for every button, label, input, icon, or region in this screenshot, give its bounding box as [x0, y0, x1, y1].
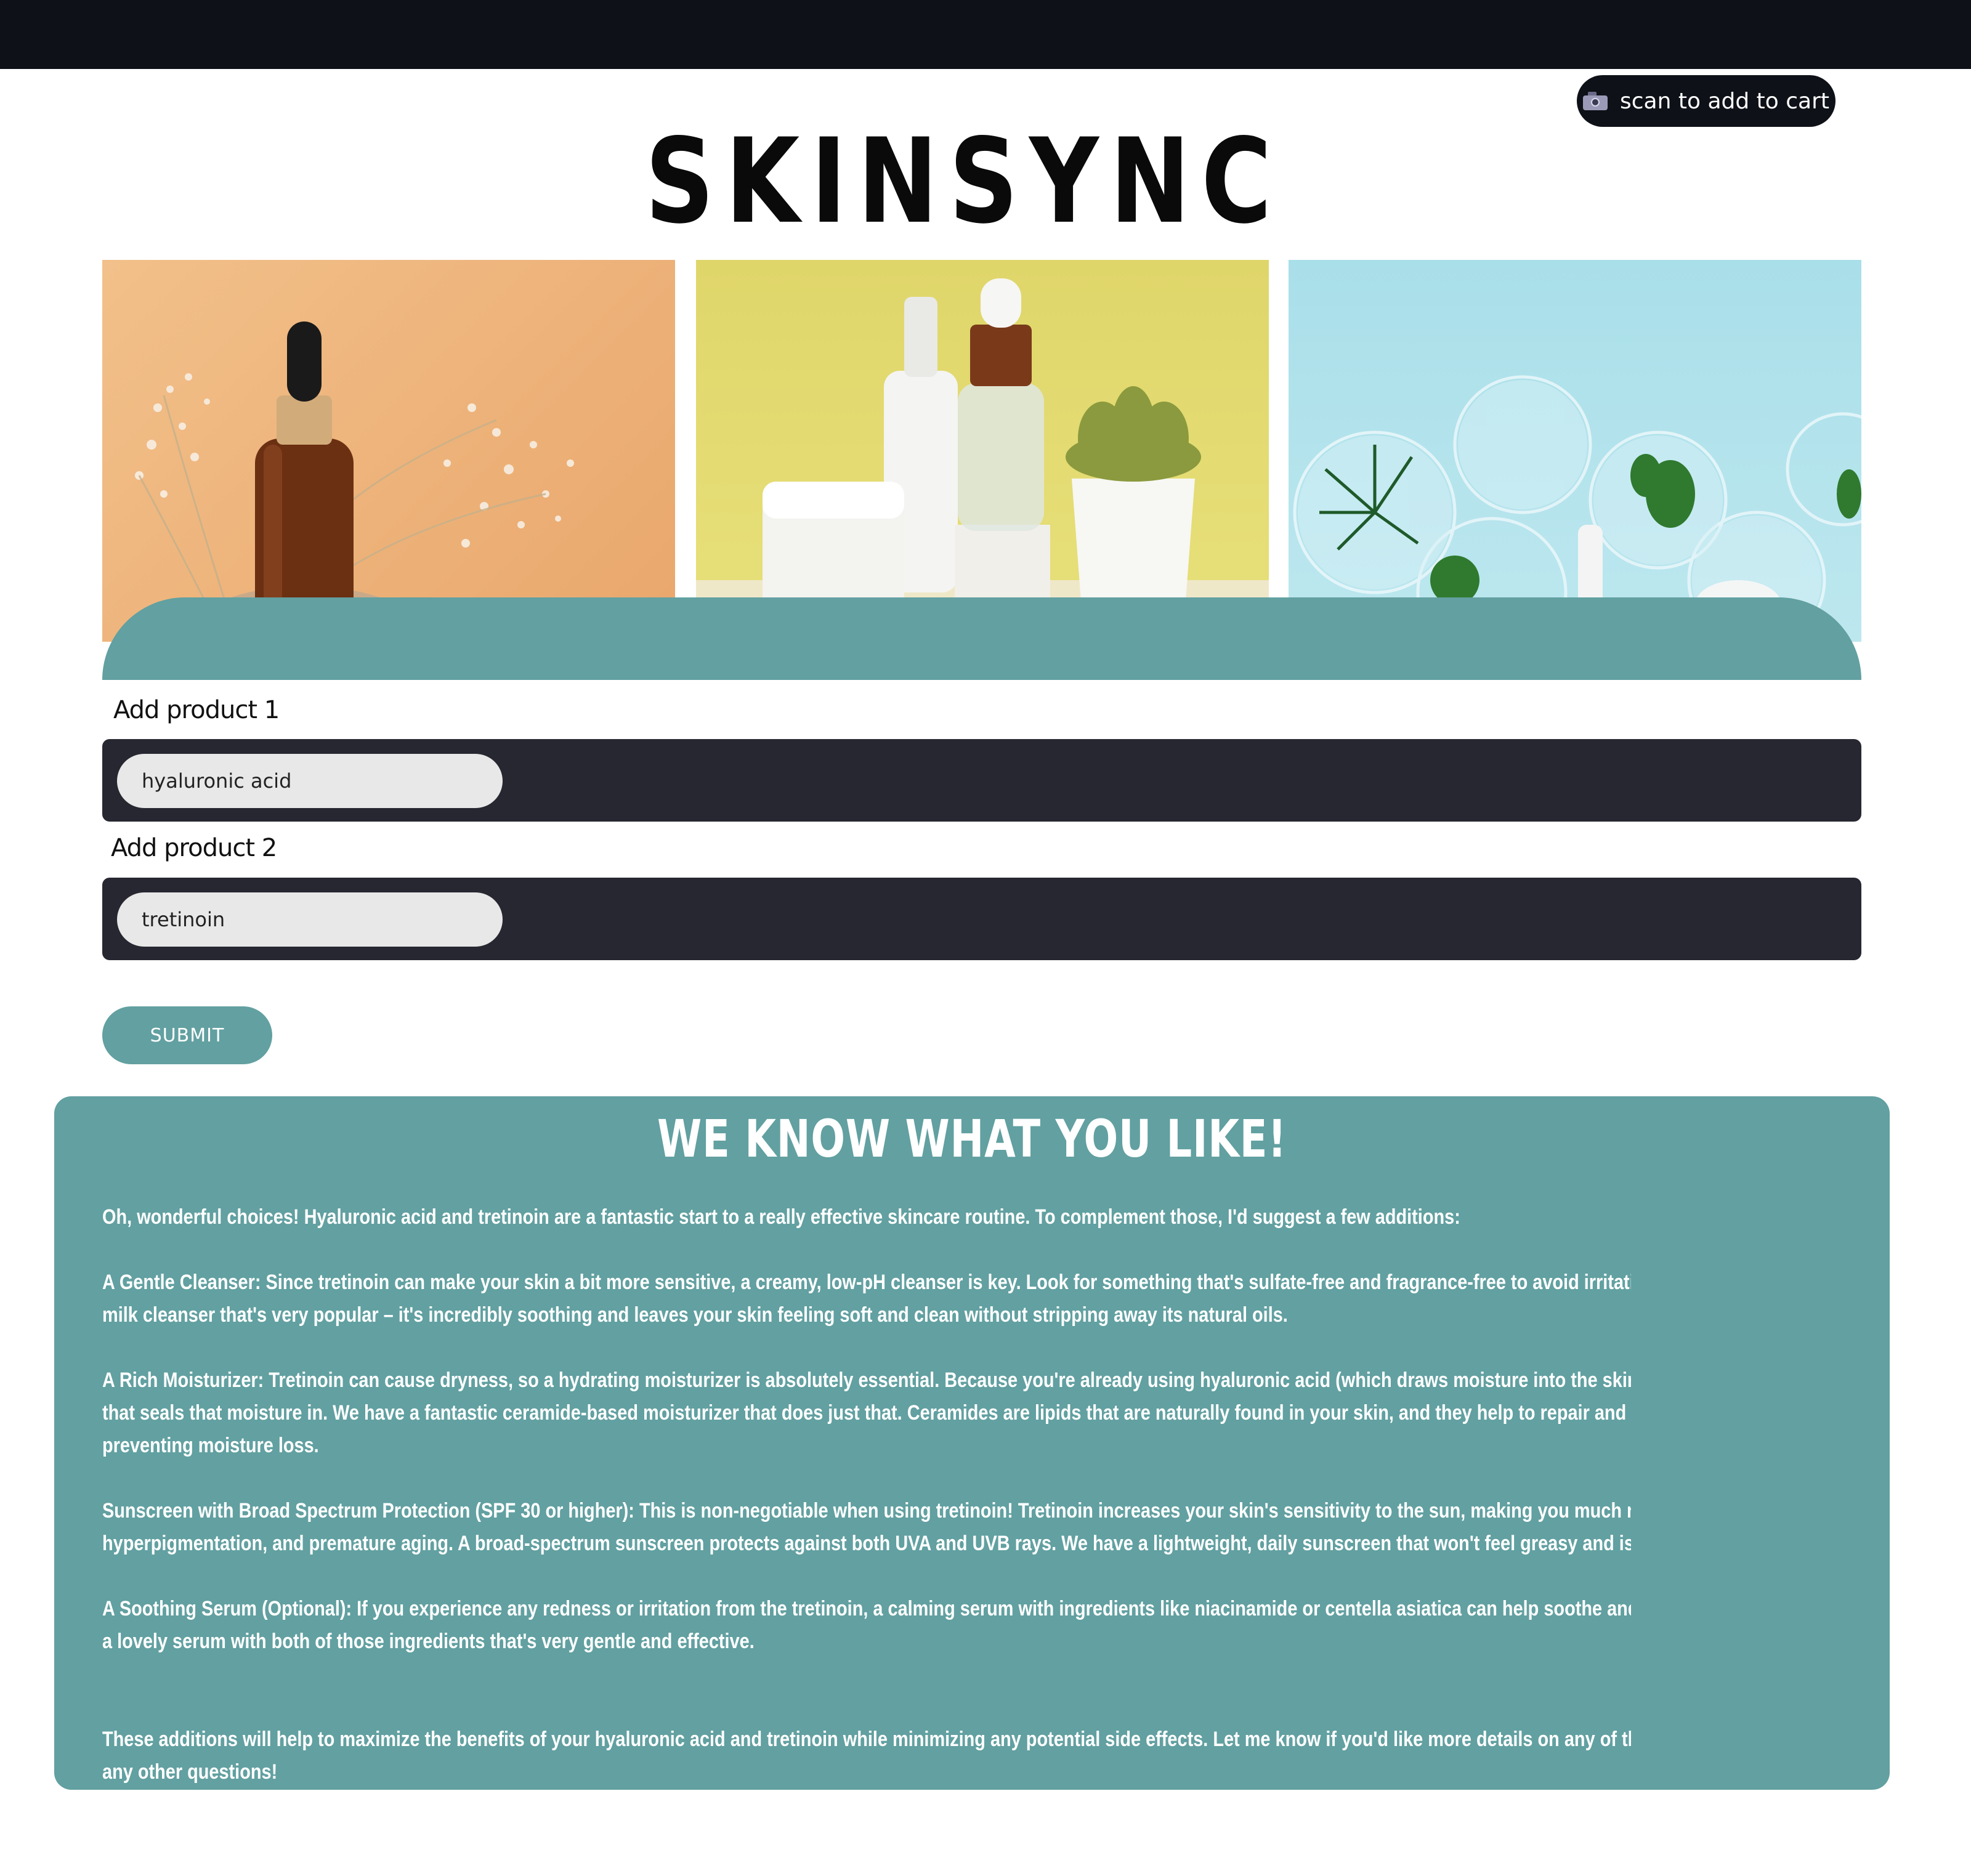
teal-curve-banner: [102, 597, 1861, 680]
rec-serum-line-2: a lovely serum with both of those ingred…: [102, 1630, 755, 1653]
submit-button[interactable]: SUBMIT: [102, 1006, 272, 1064]
recommendations-panel: WE KNOW WHAT YOU LIKE! Oh, wonderful cho…: [54, 1096, 1890, 1790]
product-1-input-row: hyaluronic acid: [102, 739, 1861, 822]
scan-button-label: scan to add to cart: [1619, 88, 1829, 114]
rec-cleanser-line-1: A Gentle Cleanser: Since tretinoin can m…: [102, 1271, 1631, 1294]
rec-sunscreen-line-2: hyperpigmentation, and premature aging. …: [102, 1532, 1631, 1555]
product-2-input[interactable]: tretinoin: [117, 892, 503, 947]
camera-icon: [1582, 92, 1608, 110]
hero-image-dropper-bottle: [102, 260, 675, 642]
brand-logo: SKINSYNC: [645, 113, 1283, 249]
rec-moisturizer-line-1: A Rich Moisturizer: Tretinoin can cause …: [102, 1369, 1631, 1392]
recommendations-title: WE KNOW WHAT YOU LIKE!: [657, 1109, 1287, 1169]
scan-to-add-to-cart-button[interactable]: scan to add to cart: [1577, 75, 1835, 127]
rec-closing-line-2: any other questions!: [102, 1760, 278, 1784]
rec-closing-line-1: These additions will help to maximize th…: [102, 1728, 1631, 1751]
rec-serum-line-1: A Soothing Serum (Optional): If you expe…: [102, 1597, 1631, 1620]
rec-moisturizer-line-3: preventing moisture loss.: [102, 1434, 319, 1457]
top-header-bar: [0, 0, 1971, 69]
rec-cleanser-line-2: milk cleanser that's very popular – it's…: [102, 1303, 1288, 1327]
rec-moisturizer-line-2: that seals that moisture in. We have a f…: [102, 1401, 1631, 1425]
add-product-1-label: Add product 1: [113, 696, 280, 724]
rec-intro-line: Oh, wonderful choices! Hyaluronic acid a…: [102, 1205, 1460, 1229]
hero-image-white-bottles: [696, 260, 1269, 642]
hero-image-petri-dishes: [1289, 260, 1861, 642]
product-2-input-row: tretinoin: [102, 878, 1861, 960]
rec-sunscreen-line-1: Sunscreen with Broad Spectrum Protection…: [102, 1499, 1631, 1522]
product-1-input[interactable]: hyaluronic acid: [117, 754, 503, 808]
add-product-2-label: Add product 2: [111, 834, 277, 862]
